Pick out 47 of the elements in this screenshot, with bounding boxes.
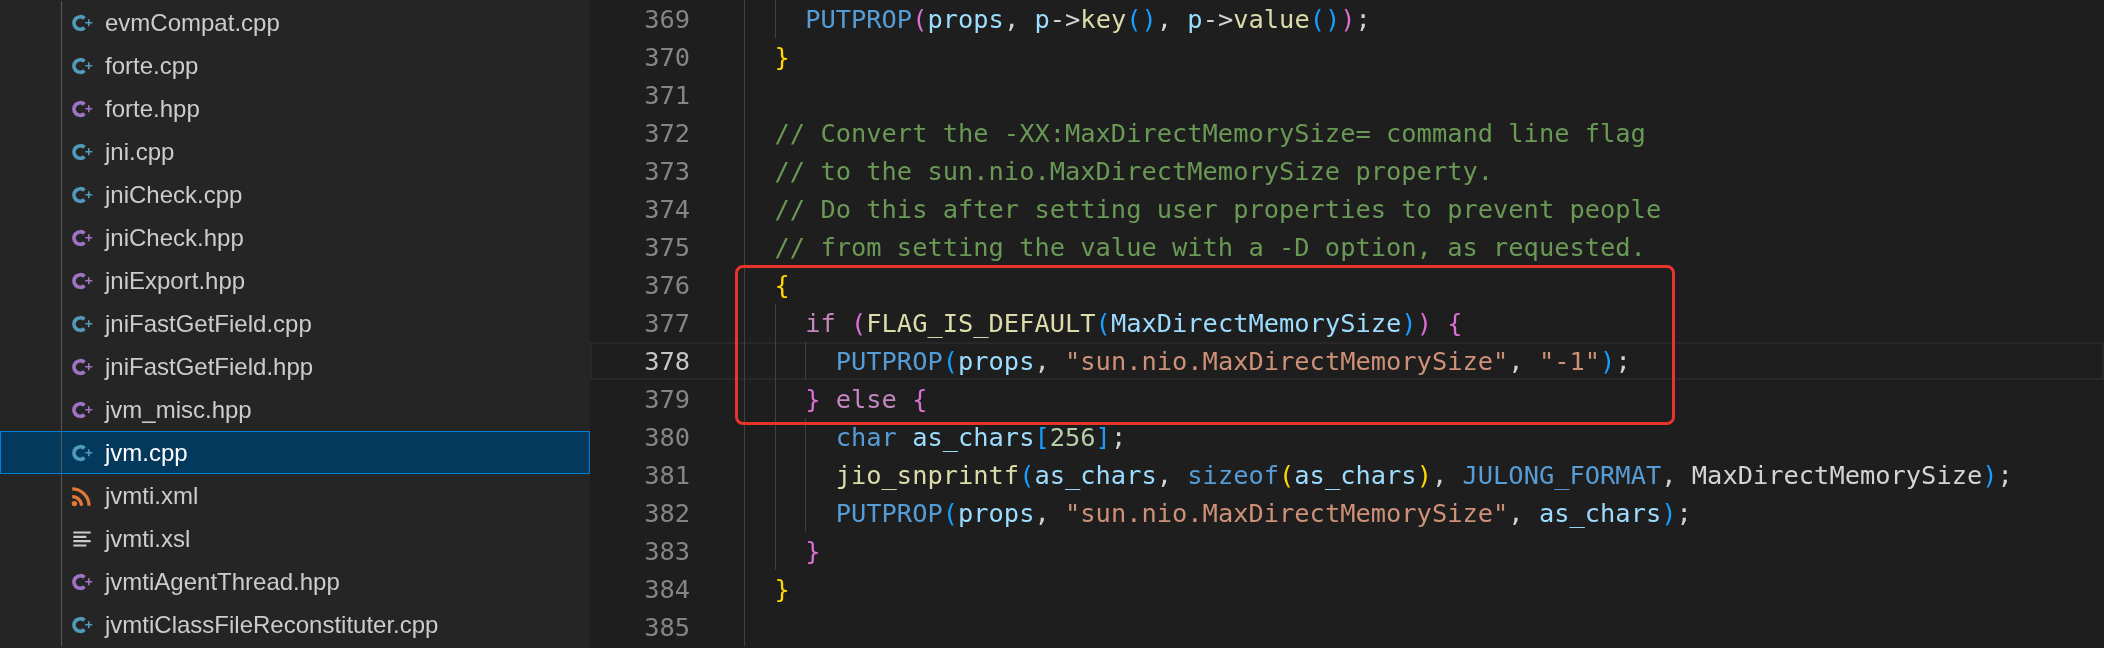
line-number: 372: [643, 118, 690, 148]
file-item[interactable]: jvmtiClassFileReconstituter.cpp: [0, 603, 590, 646]
line-number: 377: [643, 308, 690, 338]
code-line: }: [774, 42, 790, 72]
line-number: 382: [643, 498, 690, 528]
line-number: 378: [643, 346, 690, 376]
file-item[interactable]: jvmti.xsl: [0, 517, 590, 560]
file-item[interactable]: jvmtiAgentThread.hpp: [0, 560, 590, 603]
file-item[interactable]: jniCheck.hpp: [0, 216, 590, 259]
file-item[interactable]: jniCheck.cpp: [0, 173, 590, 216]
line-number: 375: [643, 232, 690, 262]
code-line: {: [774, 270, 790, 300]
code-line: if (FLAG_IS_DEFAULT(MaxDirectMemorySize)) {: [805, 308, 1463, 338]
line-number: 374: [643, 194, 690, 224]
code-line: jio_snprintf(as_chars, sizeof(as_chars), JULONG_FORMAT, MaxDirectMemorySize);: [835, 460, 2013, 490]
code-line: }: [805, 536, 821, 566]
code-line: char as_chars[256];: [835, 422, 1127, 452]
code-line: }: [774, 574, 790, 604]
line-number: 381: [643, 460, 690, 490]
line-number: 384: [643, 574, 690, 604]
code-line: } else {: [805, 384, 928, 414]
file-item[interactable]: jniExport.hpp: [0, 259, 590, 302]
file-item[interactable]: jni.cpp: [0, 130, 590, 173]
file-item[interactable]: evmCompat.cpp: [0, 1, 590, 44]
code-comment: // Convert the -XX:MaxDirectMemorySize= command line flag: [774, 118, 1646, 148]
code-comment: // from setting the value with a -D option, as requested.: [774, 232, 1646, 262]
code-line: PUTPROP(props, "sun.nio.MaxDirectMemorySize", "-1");: [835, 346, 1631, 376]
file-item[interactable]: jvmti.xml: [0, 474, 590, 517]
line-number: 383: [643, 536, 690, 566]
line-number: 376: [643, 270, 690, 300]
code-comment: // to the sun.nio.MaxDirectMemorySize property.: [774, 156, 1494, 186]
code-line: PUTPROP(props, p->key(), p->value());: [805, 4, 1371, 34]
line-number: 385: [643, 612, 690, 642]
code-line: PUTPROP(props, "sun.nio.MaxDirectMemorySize", as_chars);: [835, 498, 1692, 528]
line-number: 370: [643, 42, 690, 72]
line-number: 380: [643, 422, 690, 452]
line-number: 369: [643, 4, 690, 34]
file-item[interactable]: forte.hpp: [0, 87, 590, 130]
file-item[interactable]: jniFastGetField.hpp: [0, 345, 590, 388]
file-item[interactable]: jvm_misc.hpp: [0, 388, 590, 431]
line-number: 371: [643, 80, 690, 110]
file-item[interactable]: forte.cpp: [0, 44, 590, 87]
file-item[interactable]: jniFastGetField.cpp: [0, 302, 590, 345]
file-item[interactable]: jvm.cpp: [0, 431, 590, 474]
line-number: 373: [643, 156, 690, 186]
line-number: 379: [643, 384, 690, 414]
code-comment: // Do this after setting user properties to prevent people: [774, 194, 1662, 224]
